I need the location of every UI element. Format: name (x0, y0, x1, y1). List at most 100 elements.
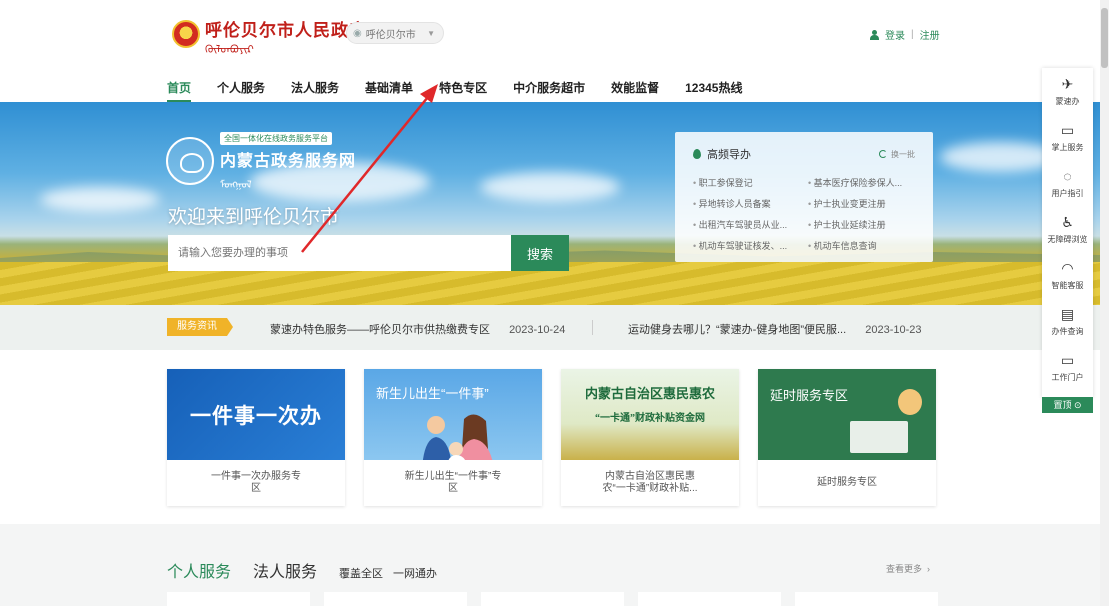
back-to-top-label: 置顶 (1053, 400, 1072, 410)
refresh-icon (879, 150, 887, 158)
search-input[interactable] (168, 235, 511, 271)
floating-sidebar: ✈ 蒙速办 ▭ 掌上服务 ◌ 用户指引 ♿ 无障碍浏览 ◠ 智能客服 ▤ 办件查… (1042, 68, 1093, 398)
monitor-icon: ▭ (1060, 352, 1075, 368)
sidebar-item-case-query[interactable]: ▤ 办件查询 (1042, 298, 1093, 344)
service-card[interactable] (481, 592, 624, 606)
feature-card-newborn[interactable]: 新生儿出生“一件事” 新生儿出生“一件事”专区 (364, 369, 542, 506)
guide-item[interactable]: 机动车驾驶证核发、... (693, 239, 808, 252)
card-image: 内蒙古自治区惠民惠农 “一卡通”财政补贴资金网 (561, 369, 739, 460)
news-item-date: 2023-10-23 (865, 324, 922, 336)
document-search-icon: ▤ (1060, 306, 1075, 322)
screen-illustration (850, 421, 908, 453)
guide-item[interactable]: 基本医疗保险参保人... (808, 176, 923, 189)
service-news-strip: 服务资讯 蒙速办特色服务——呼伦贝尔市供热缴费专区 2023-10-24 运动健… (0, 305, 1100, 350)
view-more-link[interactable]: 查看更多 › (886, 562, 930, 575)
bulb-icon: ◌ (1063, 168, 1072, 184)
sidebar-item-accessibility[interactable]: ♿ 无障碍浏览 (1042, 206, 1093, 252)
sidebar-item-label: 工作门户 (1051, 373, 1084, 382)
platform-tag: 全国一体化在线政务服务平台 (220, 132, 332, 145)
sidebar-item-smart-support[interactable]: ◠ 智能客服 (1042, 252, 1093, 298)
mobile-icon: ▭ (1060, 122, 1075, 138)
city-selector[interactable]: ◉ 呼伦贝尔市 ▼ (346, 22, 444, 44)
register-link[interactable]: 注册 (920, 27, 940, 42)
guide-item[interactable]: 护士执业延续注册 (808, 218, 923, 231)
sidebar-item-label: 无障碍浏览 (1047, 235, 1088, 244)
nav-item-12345-hotline[interactable]: 12345热线 (685, 79, 742, 101)
guide-item[interactable]: 出租汽车驾驶员从业... (693, 218, 808, 231)
service-card[interactable] (167, 592, 310, 606)
news-divider (592, 320, 593, 335)
card-caption: 一件事一次办服务专区 (211, 471, 301, 494)
accessibility-icon: ♿ (1061, 214, 1074, 230)
services-tabs: 个人服务 法人服务 覆盖全区 一网通办 (167, 558, 447, 582)
guide-item[interactable]: 异地转诊人员备案 (693, 197, 808, 210)
guide-item[interactable]: 机动车信息查询 (808, 239, 923, 252)
platform-badge[interactable]: 全国一体化在线政务服务平台 内蒙古政务服务网 ᠮᠣᠩᠭᠣᠯ (166, 130, 356, 191)
news-tag: 服务资讯 (167, 318, 233, 336)
sidebar-item-mobile-service[interactable]: ▭ 掌上服务 (1042, 114, 1093, 160)
service-cards (167, 592, 938, 606)
news-item[interactable]: 蒙速办特色服务——呼伦贝尔市供热缴费专区 2023-10-24 (270, 321, 565, 337)
nav-item-home[interactable]: 首页 (167, 79, 192, 102)
chevron-down-icon: ▼ (427, 28, 435, 38)
tab-personal-services[interactable]: 个人服务 (167, 558, 231, 582)
cloud-decoration (40, 187, 160, 212)
nav-item-legal-person-services[interactable]: 法人服务 (291, 79, 339, 101)
nav-item-efficiency-supervision[interactable]: 效能监督 (611, 79, 659, 101)
platform-emblem-icon (166, 136, 214, 185)
service-card[interactable] (324, 592, 467, 606)
feature-card-extended-hours[interactable]: 延时服务专区 延时服务专区 (758, 369, 936, 506)
vertical-scrollbar[interactable] (1100, 0, 1109, 606)
feature-card-one-thing[interactable]: 一件事一次办 一件事一次办服务专区 (167, 369, 345, 506)
card-image-title: 新生儿出生“一件事” (376, 386, 489, 401)
sidebar-item-label: 用户指引 (1051, 189, 1084, 198)
sidebar-item-label: 办件查询 (1051, 327, 1084, 336)
user-icon (870, 29, 879, 40)
service-card[interactable] (795, 592, 938, 606)
service-card[interactable] (638, 592, 781, 606)
card-image-title: 延时服务专区 (770, 388, 849, 403)
feature-card-subsidy[interactable]: 内蒙古自治区惠民惠农 “一卡通”财政补贴资金网 内蒙古自治区惠民惠农 “一卡通”财… (561, 369, 739, 506)
sidebar-item-mengsuban[interactable]: ✈ 蒙速办 (1042, 68, 1093, 114)
person-illustration (898, 389, 922, 415)
site-header: 呼伦贝尔市人民政府 ᠬᠥᠯᠦᠨᠪᠤᠶᠢᠷ ◉ 呼伦贝尔市 ▼ 登录 | 注册 首… (0, 0, 1109, 102)
news-item-title: 蒙速办特色服务——呼伦贝尔市供热缴费专区 (270, 324, 490, 336)
droplet-icon (693, 149, 701, 159)
chevron-right-icon: › (924, 564, 931, 574)
nav-item-agency-market[interactable]: 中介服务超市 (513, 79, 585, 101)
filter-one-network[interactable]: 一网通办 (393, 565, 437, 581)
refresh-button[interactable]: 换一批 (879, 149, 915, 160)
nav-item-personal-services[interactable]: 个人服务 (217, 79, 265, 101)
high-frequency-guide-panel: 高频导办 换一批 职工参保登记 基本医疗保险参保人... 异地转诊人员备案 护士… (675, 132, 933, 262)
filter-region-coverage[interactable]: 覆盖全区 (339, 565, 383, 581)
national-emblem-icon[interactable] (172, 20, 200, 48)
guide-item[interactable]: 职工参保登记 (693, 176, 808, 189)
tab-legal-person-services[interactable]: 法人服务 (253, 558, 317, 582)
sidebar-item-work-portal[interactable]: ▭ 工作门户 (1042, 344, 1093, 390)
nav-item-basic-list[interactable]: 基础清单 (365, 79, 413, 101)
platform-mongolian-text: ᠮᠣᠩᠭᠣᠯ (220, 180, 252, 191)
card-image-title: 一件事一次办 (190, 404, 322, 428)
card-image-title: 内蒙古自治区惠民惠农 (584, 386, 715, 401)
guide-list: 职工参保登记 基本医疗保险参保人... 异地转诊人员备案 护士执业变更注册 出租… (693, 176, 915, 252)
card-image: 新生儿出生“一件事” (364, 369, 542, 460)
headset-icon: ◠ (1061, 260, 1074, 276)
sidebar-item-label: 掌上服务 (1051, 143, 1084, 152)
nav-item-featured-zone[interactable]: 特色专区 (439, 79, 487, 101)
welcome-heading: 欢迎来到呼伦贝尔市 (168, 207, 340, 228)
card-image: 一件事一次办 (167, 369, 345, 460)
search-button[interactable]: 搜索 (511, 235, 569, 271)
sidebar-item-user-guide[interactable]: ◌ 用户指引 (1042, 160, 1093, 206)
guide-item[interactable]: 护士执业变更注册 (808, 197, 923, 210)
card-image-subtitle: “一卡通”财政补贴资金网 (595, 413, 705, 424)
back-to-top-button[interactable]: 置顶 ⊙ (1042, 397, 1093, 413)
refresh-label: 换一批 (891, 149, 915, 159)
login-link[interactable]: 登录 (885, 27, 905, 42)
news-item[interactable]: 运动健身去哪儿？“蒙速办-健身地图”便民服... 2023-10-23 (628, 321, 922, 337)
guide-title: 高频导办 (707, 149, 751, 161)
sidebar-item-label: 智能客服 (1051, 281, 1084, 290)
scrollbar-thumb[interactable] (1101, 8, 1108, 68)
news-item-title: 运动健身去哪儿？“蒙速办-健身地图”便民服... (628, 324, 847, 336)
card-caption: 新生儿出生“一件事”专区 (404, 471, 502, 494)
feature-cards: 一件事一次办 一件事一次办服务专区 新生儿出生“一件事” 新生儿出生“一件事”专… (167, 369, 936, 506)
